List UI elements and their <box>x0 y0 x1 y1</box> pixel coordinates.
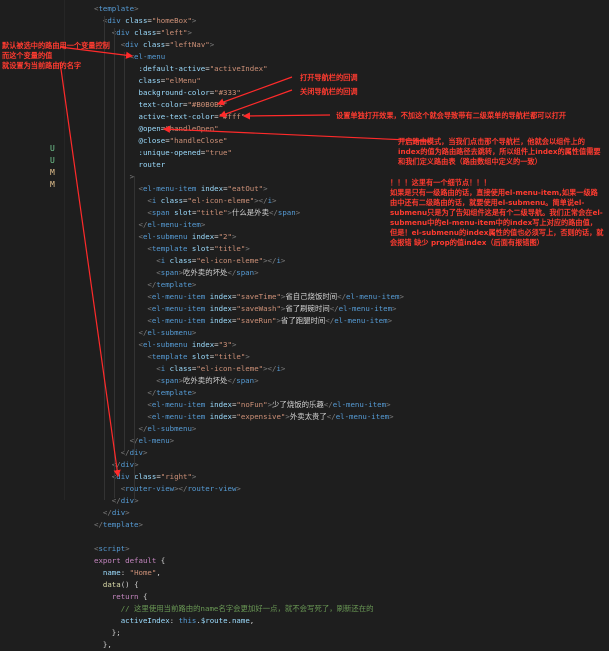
code-token: data <box>102 580 121 589</box>
code-token: // 这里使用当前路由的name名字会更加好一点，就不会写死了，刷新还在的 <box>94 604 374 613</box>
annotation-unique-opened: 设置单独打开效果，不加这个就会导致带有二级菜单的导航栏都可以打开 <box>336 111 567 120</box>
arrow-active-index <box>59 61 121 478</box>
arrow-close <box>218 89 293 118</box>
code-line[interactable]: </template> <box>94 519 143 531</box>
code-line[interactable]: }; <box>94 627 121 639</box>
annotation-router-mode: 开启路由模式，当我们点击那个导航栏，他就会以组件上的index的值为路由路径去跳… <box>398 137 601 166</box>
annotation-default-active: 默认被选中的路由用一个变量控制 而这个变量的值 就设置为当前路由的名字 <box>2 41 110 70</box>
code-token: export <box>94 556 121 565</box>
code-token: { <box>156 556 166 565</box>
code-line[interactable]: // 这里使用当前路由的name名字会更加好一点，就不会写死了，刷新还在的 <box>94 603 374 615</box>
code-line[interactable]: return { <box>94 591 148 603</box>
code-token: { <box>138 592 148 601</box>
code-token: </ <box>94 520 103 529</box>
annotation-close-callback: 关闭导航栏的回调 <box>300 87 358 96</box>
code-token: $route <box>200 616 228 625</box>
code-token: </ <box>94 508 112 517</box>
code-token: : <box>120 568 130 577</box>
code-token: () { <box>120 580 139 589</box>
arrow-router <box>162 125 431 142</box>
code-token: : <box>169 616 179 625</box>
code-token: this <box>178 616 197 625</box>
arrow-open <box>216 76 293 106</box>
code-token: > <box>138 520 143 529</box>
code-line[interactable]: data() { <box>94 579 139 591</box>
code-token: "Home" <box>129 568 157 577</box>
code-token: name <box>102 568 121 577</box>
code-token: script <box>98 544 126 553</box>
code-token: , <box>156 568 161 577</box>
code-line[interactable]: activeIndex: this.$route.name, <box>94 615 255 627</box>
code-line[interactable]: </div> <box>94 507 130 519</box>
code-line[interactable]: export default { <box>94 555 165 567</box>
code-token: template <box>102 520 139 529</box>
code-token: }; <box>94 628 121 637</box>
code-token: div <box>111 508 126 517</box>
code-token: }, <box>94 640 112 649</box>
code-token: name <box>231 616 250 625</box>
code-token: > <box>125 508 130 517</box>
arrow-unique <box>242 112 331 120</box>
code-token: return <box>111 592 139 601</box>
code-line[interactable]: <script> <box>94 543 130 555</box>
annotation-open-callback: 打开导航栏的回调 <box>300 73 358 82</box>
code-token: , <box>249 616 255 625</box>
code-token: activeIndex <box>120 616 170 625</box>
annotation-submenu-detail: ！！！这里有一个细节点！！！ 如果是只有一级路由的话，直接使用el-menu-i… <box>390 178 604 247</box>
code-line[interactable]: name: "Home", <box>94 567 161 579</box>
code-line[interactable]: }, <box>94 639 112 651</box>
code-token: > <box>125 544 130 553</box>
code-token: default <box>125 556 157 565</box>
